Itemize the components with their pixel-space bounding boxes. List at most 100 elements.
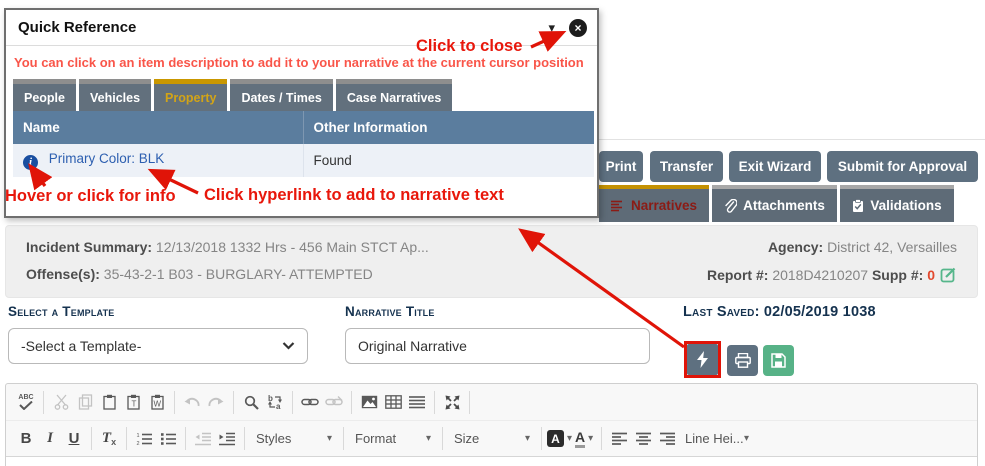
quick-reference-button[interactable] <box>687 344 718 375</box>
offenses-label: Offense(s): <box>26 266 100 282</box>
incident-summary-panel: Incident Summary: 12/13/2018 1332 Hrs - … <box>5 225 978 298</box>
tab-validations-label: Validations <box>870 198 941 213</box>
paste-from-word-icon[interactable]: W <box>145 389 169 415</box>
narrative-wizard-page: Print Transfer Exit Wizard Submit for Ap… <box>0 0 985 466</box>
align-left-icon[interactable] <box>607 426 631 452</box>
agency-value: District 42, Versailles <box>827 239 957 255</box>
text-color-icon[interactable]: A ▾ <box>572 426 596 452</box>
save-icon <box>771 353 786 368</box>
quick-reference-highlight-box <box>684 341 721 378</box>
narrative-rich-text-editor: ABC T W <box>5 383 978 466</box>
copy-icon <box>73 389 97 415</box>
horizontal-rule-icon[interactable] <box>405 389 429 415</box>
svg-text:b: b <box>268 394 273 403</box>
remove-format-icon[interactable]: Tx <box>97 426 121 452</box>
popup-tab-dates-times[interactable]: Dates / Times <box>230 79 332 111</box>
property-item-other-info: Found <box>303 144 594 177</box>
svg-text:a: a <box>276 402 281 410</box>
content-top-divider <box>597 139 985 140</box>
format-dropdown[interactable]: Format▾ <box>349 426 437 452</box>
numbered-list-icon[interactable]: 1 2 <box>132 426 156 452</box>
print-narrative-button[interactable] <box>727 345 758 376</box>
transfer-button[interactable]: Transfer <box>650 151 723 182</box>
edit-supp-icon[interactable] <box>940 266 957 283</box>
quick-reference-title: Quick Reference <box>18 19 548 36</box>
narrative-title-input[interactable] <box>345 328 650 364</box>
redo-icon <box>204 389 228 415</box>
paste-as-text-icon[interactable]: T <box>121 389 145 415</box>
line-height-dropdown[interactable]: Line Hei...▾ <box>679 426 755 452</box>
cut-icon <box>49 389 73 415</box>
link-icon[interactable] <box>298 389 322 415</box>
editor-toolbar-row-1: ABC T W <box>6 384 977 420</box>
undo-icon <box>180 389 204 415</box>
agency-label: Agency: <box>768 239 823 255</box>
tab-attachments[interactable]: Attachments <box>712 185 837 222</box>
replace-icon[interactable]: b a <box>263 389 287 415</box>
offenses-value: 35-43-2-1 B03 - BURGLARY- ATTEMPTED <box>104 266 373 282</box>
template-select-value: -Select a Template- <box>21 338 141 354</box>
popup-tab-vehicles[interactable]: Vehicles <box>79 79 151 111</box>
exit-wizard-button[interactable]: Exit Wizard <box>729 151 821 182</box>
bold-icon[interactable]: B <box>14 426 38 452</box>
list-icon <box>611 200 625 212</box>
editor-content-area[interactable] <box>6 456 977 466</box>
quick-reference-tabs: People Vehicles Property Dates / Times C… <box>13 79 597 111</box>
printer-icon <box>735 353 751 368</box>
submit-for-approval-button[interactable]: Submit for Approval <box>827 151 978 182</box>
align-right-icon[interactable] <box>655 426 679 452</box>
spellcheck-icon[interactable]: ABC <box>14 389 38 415</box>
clipboard-check-icon <box>852 199 864 213</box>
template-select[interactable]: -Select a Template- <box>8 328 308 364</box>
align-center-icon[interactable] <box>631 426 655 452</box>
column-header-name: Name <box>13 111 303 144</box>
svg-text:W: W <box>153 400 161 409</box>
property-item-link[interactable]: Primary Color: BLK <box>49 151 165 166</box>
print-button[interactable]: Print <box>599 151 643 182</box>
svg-text:1: 1 <box>137 433 140 439</box>
popup-tab-case-narratives[interactable]: Case Narratives <box>336 79 453 111</box>
supp-number-label: Supp #: <box>872 267 923 283</box>
tab-validations[interactable]: Validations <box>840 185 954 222</box>
annotation-click-hyperlink: Click hyperlink to add to narrative text <box>204 186 504 205</box>
report-number-value: 2018D4210207 <box>772 267 868 283</box>
paperclip-icon <box>724 199 737 213</box>
collapse-caret-icon[interactable]: ▾ <box>548 20 555 36</box>
find-icon[interactable] <box>239 389 263 415</box>
paste-icon[interactable] <box>97 389 121 415</box>
maximize-icon[interactable] <box>440 389 464 415</box>
report-section-tabs: Narratives Attachments Validations <box>599 185 954 222</box>
property-table: Name Other Information i Primary Color: … <box>13 111 594 177</box>
unlink-icon <box>322 389 346 415</box>
popup-tab-property[interactable]: Property <box>154 79 227 111</box>
indent-icon[interactable] <box>215 426 239 452</box>
popup-tab-people[interactable]: People <box>13 79 76 111</box>
report-number-label: Report #: <box>707 267 768 283</box>
table-icon[interactable] <box>381 389 405 415</box>
tab-attachments-label: Attachments <box>743 198 825 213</box>
table-row: i Primary Color: BLK Found <box>13 144 594 177</box>
close-icon[interactable]: × <box>569 19 587 37</box>
tab-narratives[interactable]: Narratives <box>599 185 709 222</box>
editor-toolbar-row-2: B I U Tx 1 2 <box>6 420 977 456</box>
size-dropdown[interactable]: Size▾ <box>448 426 536 452</box>
chevron-down-icon <box>282 342 295 350</box>
incident-summary-value: 12/13/2018 1332 Hrs - 456 Main STCT Ap..… <box>156 239 429 255</box>
last-saved-label: Last Saved: <box>683 304 760 320</box>
info-icon[interactable]: i <box>23 155 38 170</box>
bullet-list-icon[interactable] <box>156 426 180 452</box>
last-saved-value: 02/05/2019 1038 <box>764 304 876 320</box>
italic-icon[interactable]: I <box>38 426 62 452</box>
incident-summary: Incident Summary: 12/13/2018 1332 Hrs - … <box>26 239 429 255</box>
column-header-other-information: Other Information <box>303 111 594 144</box>
narrative-title-label: Narrative Title <box>345 304 435 319</box>
image-icon[interactable] <box>357 389 381 415</box>
svg-text:2: 2 <box>137 441 140 446</box>
report-number: Report #: 2018D4210207 Supp #: 0 <box>707 266 957 283</box>
select-template-label: Select a Template <box>8 304 115 319</box>
background-color-icon[interactable]: A ▾ <box>547 426 572 452</box>
styles-dropdown[interactable]: Styles▾ <box>250 426 338 452</box>
save-narrative-button[interactable] <box>763 345 794 376</box>
underline-icon[interactable]: U <box>62 426 86 452</box>
annotation-hover-for-info: Hover or click for info <box>5 187 176 206</box>
